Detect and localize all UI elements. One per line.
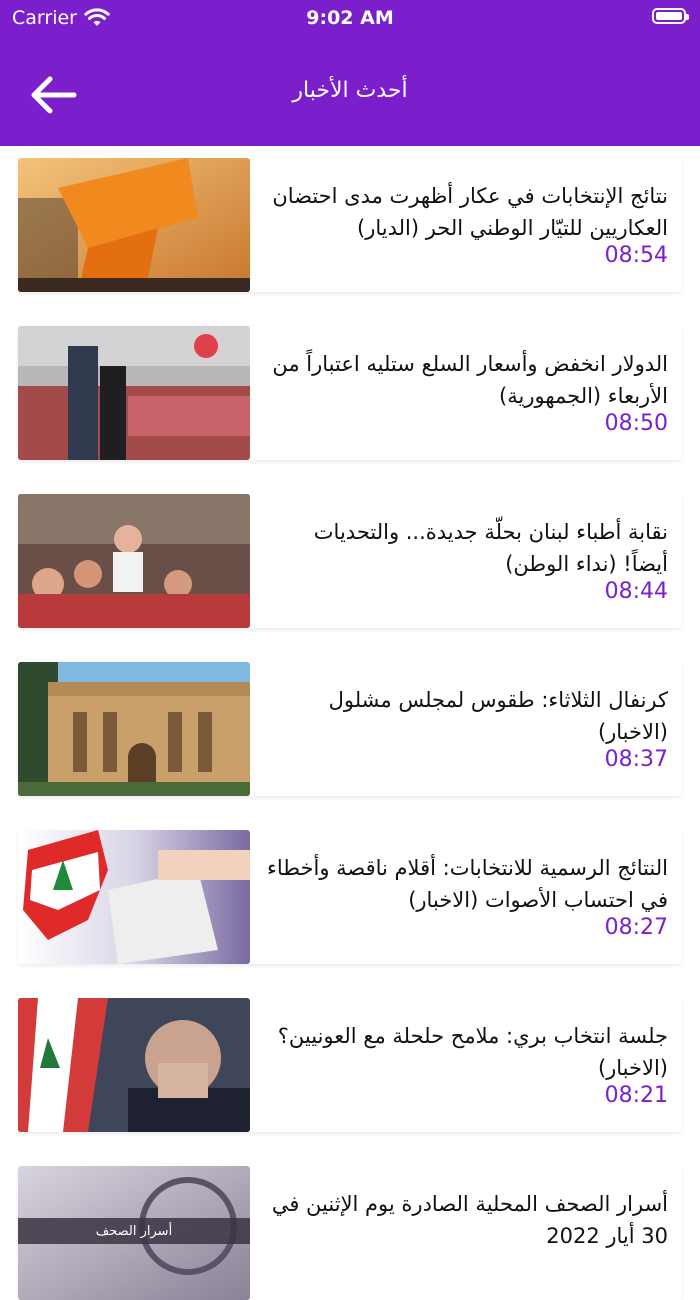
news-item[interactable]: نقابة أطباء لبنان بحلّة جديدة... والتحدي…: [18, 494, 682, 628]
news-title: الدولار انخفض وأسعار السلع ستليه اعتبارا…: [272, 352, 668, 408]
news-time: 08:27: [604, 915, 668, 940]
page-title: أحدث الأخبار: [292, 78, 408, 103]
news-time: 08:50: [604, 411, 668, 436]
news-thumbnail: [18, 830, 250, 964]
news-thumbnail: [18, 998, 250, 1132]
news-item[interactable]: نتائج الإنتخابات في عكار أظهرت مدى احتضا…: [18, 158, 682, 292]
news-title: النتائج الرسمية للانتخابات: أقلام ناقصة …: [267, 856, 668, 912]
news-time: 08:37: [604, 747, 668, 772]
news-time: 08:54: [604, 243, 668, 268]
news-title: أسرار الصحف المحلية الصادرة يوم الإثنين …: [271, 1192, 668, 1248]
app-header: Carrier 9:02 AM أحدث الأخبار: [0, 0, 700, 146]
news-thumbnail: أسرار الصحف: [18, 1166, 250, 1300]
news-time: 08:21: [604, 1083, 668, 1108]
news-title: نتائج الإنتخابات في عكار أظهرت مدى احتضا…: [272, 184, 668, 240]
news-thumbnail: [18, 494, 250, 628]
news-title: جلسة انتخاب بري: ملامح حلحلة مع العونيين…: [277, 1024, 668, 1080]
news-title: كرنفال الثلاثاء: طقوس لمجلس مشلول (الاخب…: [328, 688, 668, 744]
news-item[interactable]: الدولار انخفض وأسعار السلع ستليه اعتبارا…: [18, 326, 682, 460]
news-item[interactable]: جلسة انتخاب بري: ملامح حلحلة مع العونيين…: [18, 998, 682, 1132]
status-time: 9:02 AM: [306, 7, 394, 29]
news-title: نقابة أطباء لبنان بحلّة جديدة... والتحدي…: [313, 520, 668, 576]
news-thumbnail: [18, 662, 250, 796]
battery-icon: [652, 8, 689, 24]
news-time: 08:44: [604, 579, 668, 604]
news-item[interactable]: كرنفال الثلاثاء: طقوس لمجلس مشلول (الاخب…: [18, 662, 682, 796]
thumb-caption: أسرار الصحف: [95, 1224, 173, 1239]
news-thumbnail: [18, 158, 250, 292]
news-item[interactable]: أسرار الصحف أسرار الصحف المحلية الصادرة …: [18, 1166, 682, 1300]
news-item[interactable]: النتائج الرسمية للانتخابات: أقلام ناقصة …: [18, 830, 682, 964]
news-thumbnail: [18, 326, 250, 460]
status-bar: Carrier 9:02 AM: [0, 0, 700, 36]
